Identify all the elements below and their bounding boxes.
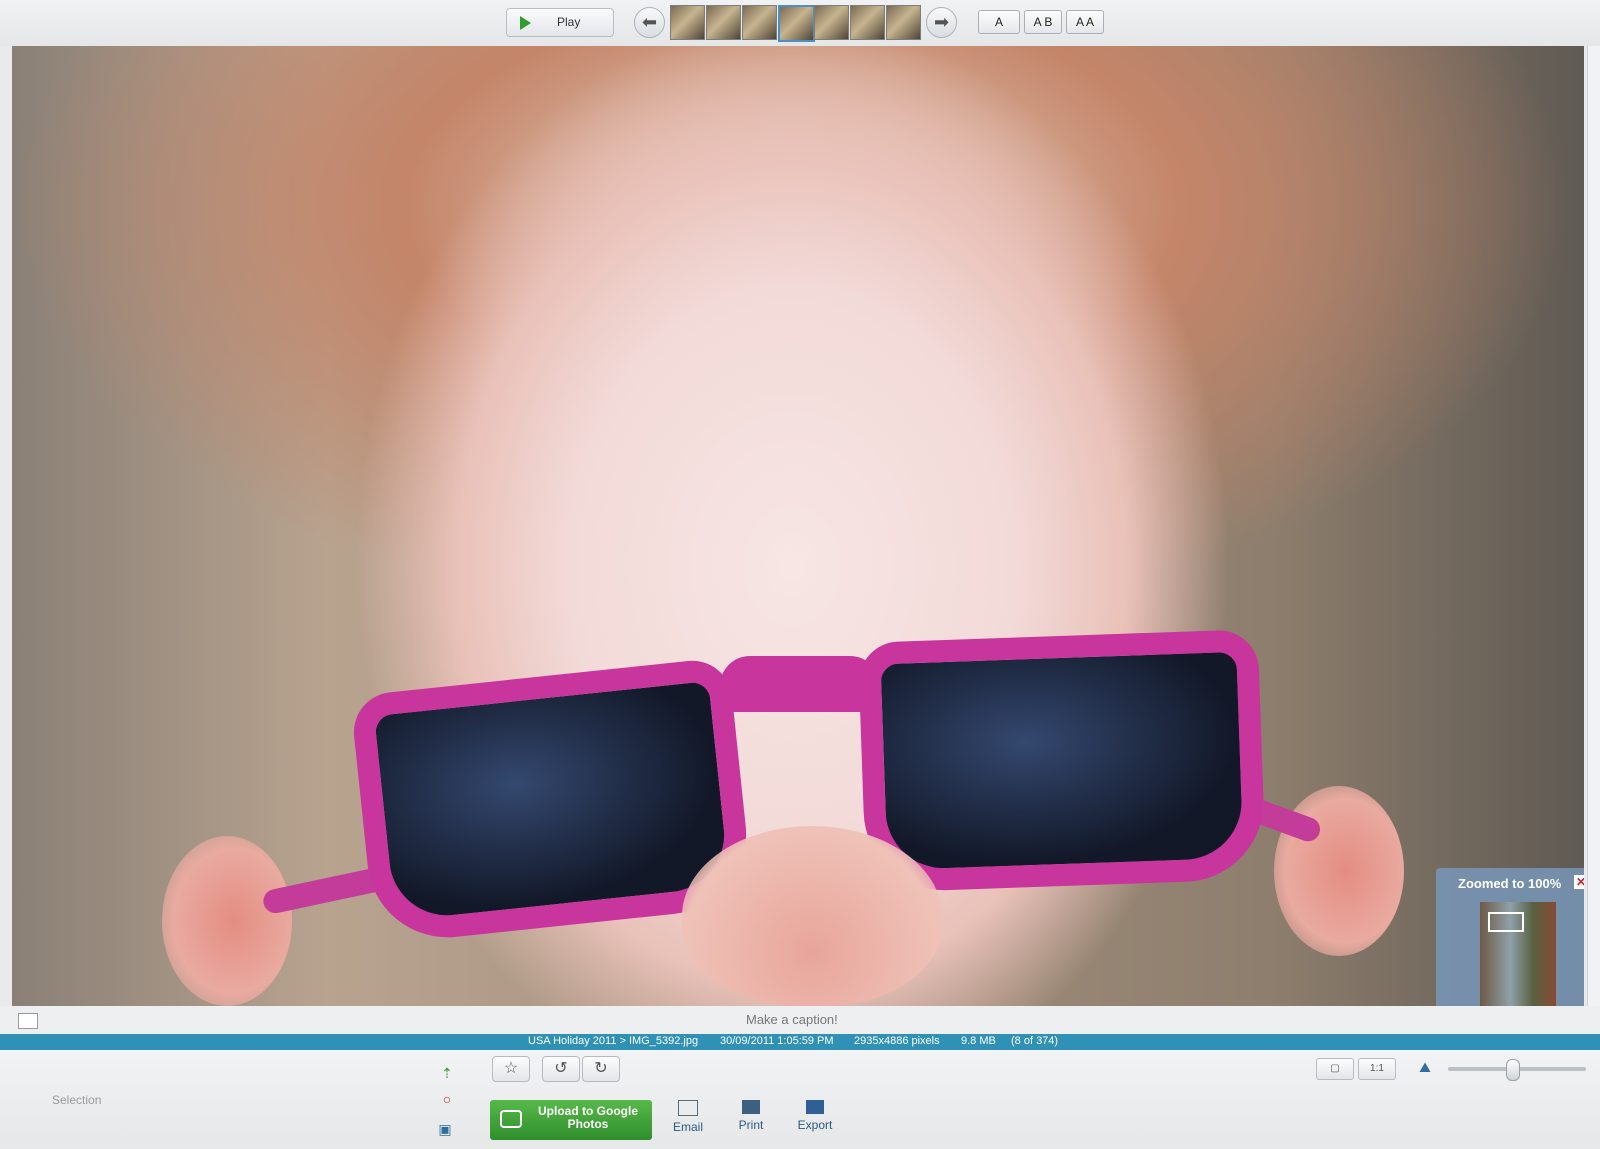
selection-label: Selection — [52, 1093, 102, 1107]
top-toolbar: Play ⬅ ➡ A A B A A — [0, 0, 1600, 46]
email-button[interactable]: Email — [663, 1100, 713, 1134]
photo-viewer[interactable]: Zoomed to 100% ✕ — [12, 46, 1584, 1006]
photo-nose — [682, 826, 942, 1006]
play-button[interactable]: Play — [506, 8, 614, 37]
view-split-button[interactable]: A A — [1066, 10, 1104, 34]
zoom-navigator[interactable]: Zoomed to 100% ✕ — [1436, 868, 1584, 1006]
navigator-view-rect[interactable] — [1488, 912, 1524, 932]
export-button[interactable]: Export — [790, 1100, 840, 1132]
circle-icon[interactable]: ○ — [438, 1090, 456, 1108]
star-button[interactable]: ☆ — [492, 1056, 530, 1082]
caption-input[interactable]: Make a caption! — [746, 1012, 838, 1027]
info-bar: USA Holiday 2011 > IMG_5392.jpg 30/09/20… — [0, 1034, 1600, 1050]
pin-icon[interactable]: ⇡ — [438, 1064, 456, 1082]
zoom-navigator-title: Zoomed to 100% — [1458, 876, 1562, 891]
zoom-slider[interactable] — [1448, 1059, 1586, 1081]
view-single-button[interactable]: A — [978, 10, 1020, 34]
actual-size-button[interactable]: 1:1 — [1358, 1058, 1396, 1080]
email-label: Email — [672, 1120, 703, 1134]
info-datetime: 30/09/2011 1:05:59 PM — [720, 1035, 834, 1047]
export-label: Export — [797, 1118, 833, 1132]
right-side-panel[interactable] — [1587, 46, 1600, 1006]
info-position: (8 of 374) — [1011, 1035, 1059, 1047]
bottom-panel: Selection ⇡ ○ ▣ ☆ ↺ ↻ Upload to Google P… — [0, 1050, 1600, 1149]
info-size: 9.8 MB — [961, 1035, 996, 1047]
export-icon — [806, 1100, 824, 1114]
filmstrip-thumbnail-selected[interactable] — [778, 5, 815, 42]
glasses-bridge — [720, 656, 880, 712]
filmstrip — [670, 5, 921, 42]
caption-toggle-icon[interactable] — [18, 1013, 38, 1029]
print-button[interactable]: Print — [726, 1100, 776, 1132]
filmstrip-thumbnail[interactable] — [850, 5, 885, 40]
photo-ear-left — [162, 836, 292, 1006]
previous-arrow-icon[interactable]: ⬅ — [634, 7, 665, 38]
next-arrow-icon[interactable]: ➡ — [926, 7, 957, 38]
info-path: USA Holiday 2011 > IMG_5392.jpg — [528, 1035, 699, 1047]
fit-to-window-button[interactable]: ▢ — [1316, 1058, 1354, 1080]
view-compare-button[interactable]: A B — [1024, 10, 1062, 34]
filmstrip-thumbnail[interactable] — [706, 5, 741, 40]
glasses-lens-right — [857, 629, 1267, 893]
printer-icon — [742, 1100, 760, 1114]
filmstrip-thumbnail[interactable] — [670, 5, 705, 40]
navigator-thumbnail[interactable] — [1480, 902, 1556, 1006]
envelope-icon — [678, 1100, 698, 1116]
zoom-slider-handle[interactable] — [1506, 1059, 1520, 1081]
image-zoom-icon[interactable]: ⛰ — [1412, 1058, 1438, 1076]
upload-to-google-photos-button[interactable]: Upload to Google Photos — [490, 1100, 652, 1140]
close-icon[interactable]: ✕ — [1574, 875, 1584, 889]
info-dimensions: 2935x4886 pixels — [854, 1035, 940, 1047]
filmstrip-thumbnail[interactable] — [742, 5, 777, 40]
caption-bar: Make a caption! — [0, 1006, 1600, 1034]
filmstrip-thumbnail[interactable] — [814, 5, 849, 40]
play-icon — [520, 16, 531, 30]
play-label: Play — [557, 15, 581, 29]
camera-icon — [500, 1110, 522, 1128]
filmstrip-thumbnail[interactable] — [886, 5, 921, 40]
upload-label: Upload to Google Photos — [538, 1104, 638, 1131]
print-label: Print — [738, 1118, 764, 1132]
rotate-left-button[interactable]: ↺ — [542, 1056, 580, 1082]
rotate-right-button[interactable]: ↻ — [582, 1056, 620, 1082]
album-icon[interactable]: ▣ — [436, 1120, 454, 1138]
